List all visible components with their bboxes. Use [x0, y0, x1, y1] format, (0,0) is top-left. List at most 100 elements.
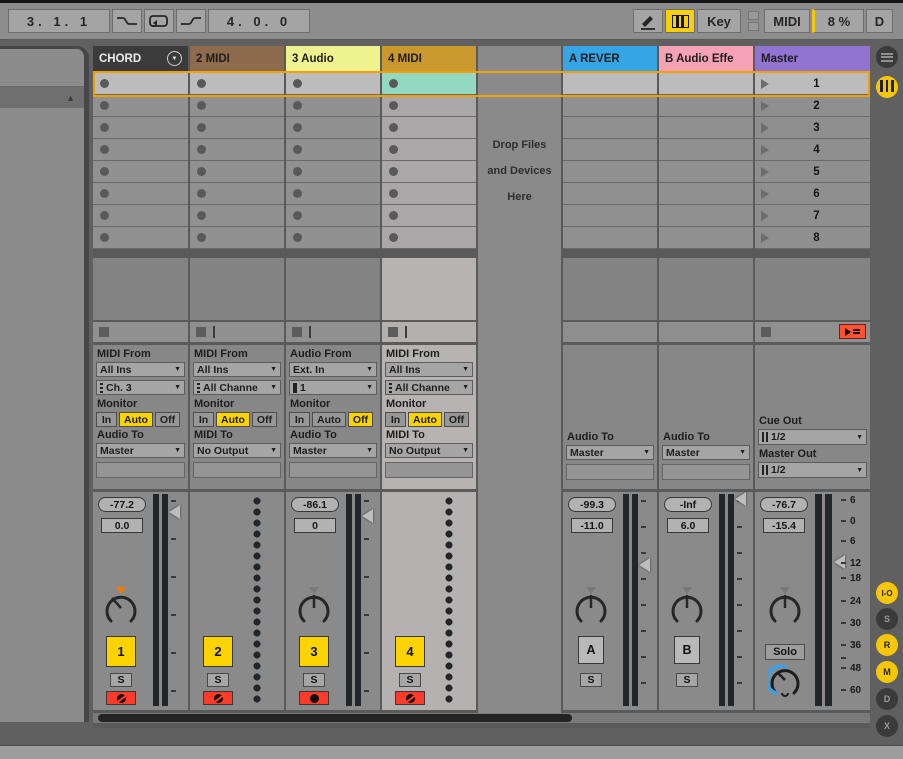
- solo-button[interactable]: S: [207, 673, 229, 687]
- pan-knob[interactable]: [294, 587, 334, 628]
- return-slot[interactable]: [659, 139, 753, 161]
- peak-level-display[interactable]: -76.7: [760, 497, 808, 512]
- clip-slot[interactable]: [286, 161, 380, 183]
- monitor-off-button[interactable]: Off: [252, 412, 277, 427]
- return-slot[interactable]: [659, 73, 753, 95]
- return-slot[interactable]: [659, 183, 753, 205]
- input-type-select[interactable]: All Ins ▼: [193, 362, 281, 377]
- monitor-in-button[interactable]: In: [96, 412, 117, 427]
- track-activator-button[interactable]: 2: [203, 636, 233, 667]
- back-to-arrangement-button[interactable]: [839, 324, 866, 339]
- output-type-select[interactable]: Master ▼: [662, 445, 750, 460]
- clip-slot[interactable]: [93, 183, 188, 205]
- return-header-b[interactable]: B Audio Effe: [659, 46, 753, 71]
- scene-row[interactable]: 2: [755, 95, 870, 117]
- volume-field[interactable]: 0: [294, 518, 336, 533]
- key-map-button[interactable]: Key: [697, 9, 741, 33]
- solo-button[interactable]: S: [676, 673, 698, 687]
- scene-play-icon[interactable]: [761, 232, 769, 243]
- disk-overload-indicator[interactable]: D: [866, 9, 893, 33]
- return-slot[interactable]: [563, 95, 657, 117]
- scene-row[interactable]: 8: [755, 227, 870, 249]
- show-mixer-button[interactable]: M: [876, 661, 898, 683]
- scene-row[interactable]: 6: [755, 183, 870, 205]
- input-channel-select[interactable]: All Channe ▼: [193, 380, 281, 395]
- return-slot[interactable]: [563, 73, 657, 95]
- clip-slot[interactable]: [286, 95, 380, 117]
- clip-slot[interactable]: [190, 227, 284, 249]
- peak-level-display[interactable]: -77.2: [98, 497, 146, 512]
- arm-record-button[interactable]: [203, 691, 233, 705]
- monitor-in-button[interactable]: In: [289, 412, 310, 427]
- clip-slot[interactable]: [382, 117, 476, 139]
- scene-play-icon[interactable]: [761, 100, 769, 111]
- scene-row[interactable]: 5: [755, 161, 870, 183]
- solo-button[interactable]: S: [303, 673, 325, 687]
- scene-play-icon[interactable]: [761, 144, 769, 155]
- track-header-4[interactable]: 4 MIDI: [382, 46, 476, 71]
- show-track-delay-button[interactable]: D: [876, 688, 898, 710]
- loop-length-field[interactable]: 4. 0. 0: [208, 9, 310, 33]
- clip-slot[interactable]: [286, 117, 380, 139]
- scene-row[interactable]: 3: [755, 117, 870, 139]
- cue-volume-knob[interactable]: [767, 664, 803, 700]
- clip-slot[interactable]: [382, 227, 476, 249]
- midi-map-button[interactable]: MIDI: [764, 9, 810, 33]
- clip-slot[interactable]: [382, 95, 476, 117]
- solo-button[interactable]: S: [110, 673, 132, 687]
- clip-slot[interactable]: [93, 139, 188, 161]
- solo-button[interactable]: S: [399, 673, 421, 687]
- output-type-select[interactable]: No Output ▼: [385, 443, 473, 458]
- clip-slot[interactable]: [190, 117, 284, 139]
- monitor-in-button[interactable]: In: [385, 412, 406, 427]
- output-type-select[interactable]: Master ▼: [289, 443, 377, 458]
- output-type-select[interactable]: Master ▼: [566, 445, 654, 460]
- draw-mode-button[interactable]: [633, 9, 663, 33]
- cpu-load-meter[interactable]: 8 %: [812, 9, 864, 33]
- input-channel-select[interactable]: 1 ▼: [289, 380, 377, 395]
- return-slot[interactable]: [563, 117, 657, 139]
- overview-toggle-button[interactable]: [876, 46, 898, 68]
- return-slot[interactable]: [659, 205, 753, 227]
- computer-midi-keyboard-button[interactable]: [665, 9, 695, 33]
- peak-level-display[interactable]: -86.1: [291, 497, 339, 512]
- monitor-auto-button[interactable]: Auto: [312, 412, 346, 427]
- track-activator-button[interactable]: 4: [395, 636, 425, 667]
- return-slot[interactable]: [563, 161, 657, 183]
- return-slot[interactable]: [659, 95, 753, 117]
- output-type-select[interactable]: Master ▼: [96, 443, 185, 458]
- punch-in-button[interactable]: [112, 9, 142, 33]
- output-type-select[interactable]: No Output ▼: [193, 443, 281, 458]
- clip-slot[interactable]: [190, 139, 284, 161]
- return-slot[interactable]: [563, 183, 657, 205]
- clip-slot[interactable]: [286, 205, 380, 227]
- clip-slot[interactable]: [93, 95, 188, 117]
- horizontal-scrollbar[interactable]: [93, 713, 870, 723]
- pan-knob[interactable]: [667, 587, 707, 628]
- pan-knob[interactable]: [571, 587, 611, 628]
- return-activator-button[interactable]: B: [674, 636, 700, 664]
- track-status-row[interactable]: [286, 322, 380, 342]
- solo-button[interactable]: S: [580, 673, 602, 687]
- clip-slot[interactable]: [93, 227, 188, 249]
- return-header-a[interactable]: A REVER: [563, 46, 657, 71]
- stop-all-clips-icon[interactable]: [761, 327, 771, 337]
- monitor-off-button[interactable]: Off: [155, 412, 180, 427]
- monitor-auto-button[interactable]: Auto: [119, 412, 153, 427]
- clip-slot[interactable]: [190, 205, 284, 227]
- scene-play-icon[interactable]: [761, 188, 769, 199]
- monitor-off-button[interactable]: Off: [444, 412, 469, 427]
- arm-record-button[interactable]: [106, 691, 136, 705]
- clip-slot[interactable]: [286, 73, 380, 95]
- left-panel-subheader[interactable]: ▲: [0, 87, 84, 108]
- track-header-2[interactable]: 2 MIDI: [190, 46, 284, 71]
- return-slot[interactable]: [659, 117, 753, 139]
- monitor-off-button[interactable]: Off: [348, 412, 373, 427]
- show-returns-button[interactable]: R: [876, 634, 898, 656]
- clip-slot[interactable]: [286, 183, 380, 205]
- return-slot[interactable]: [563, 227, 657, 249]
- master-out-select[interactable]: 1/2 ▼: [758, 462, 867, 478]
- scene-play-icon[interactable]: [761, 166, 769, 177]
- cue-out-select[interactable]: 1/2 ▼: [758, 429, 867, 445]
- monitor-auto-button[interactable]: Auto: [408, 412, 442, 427]
